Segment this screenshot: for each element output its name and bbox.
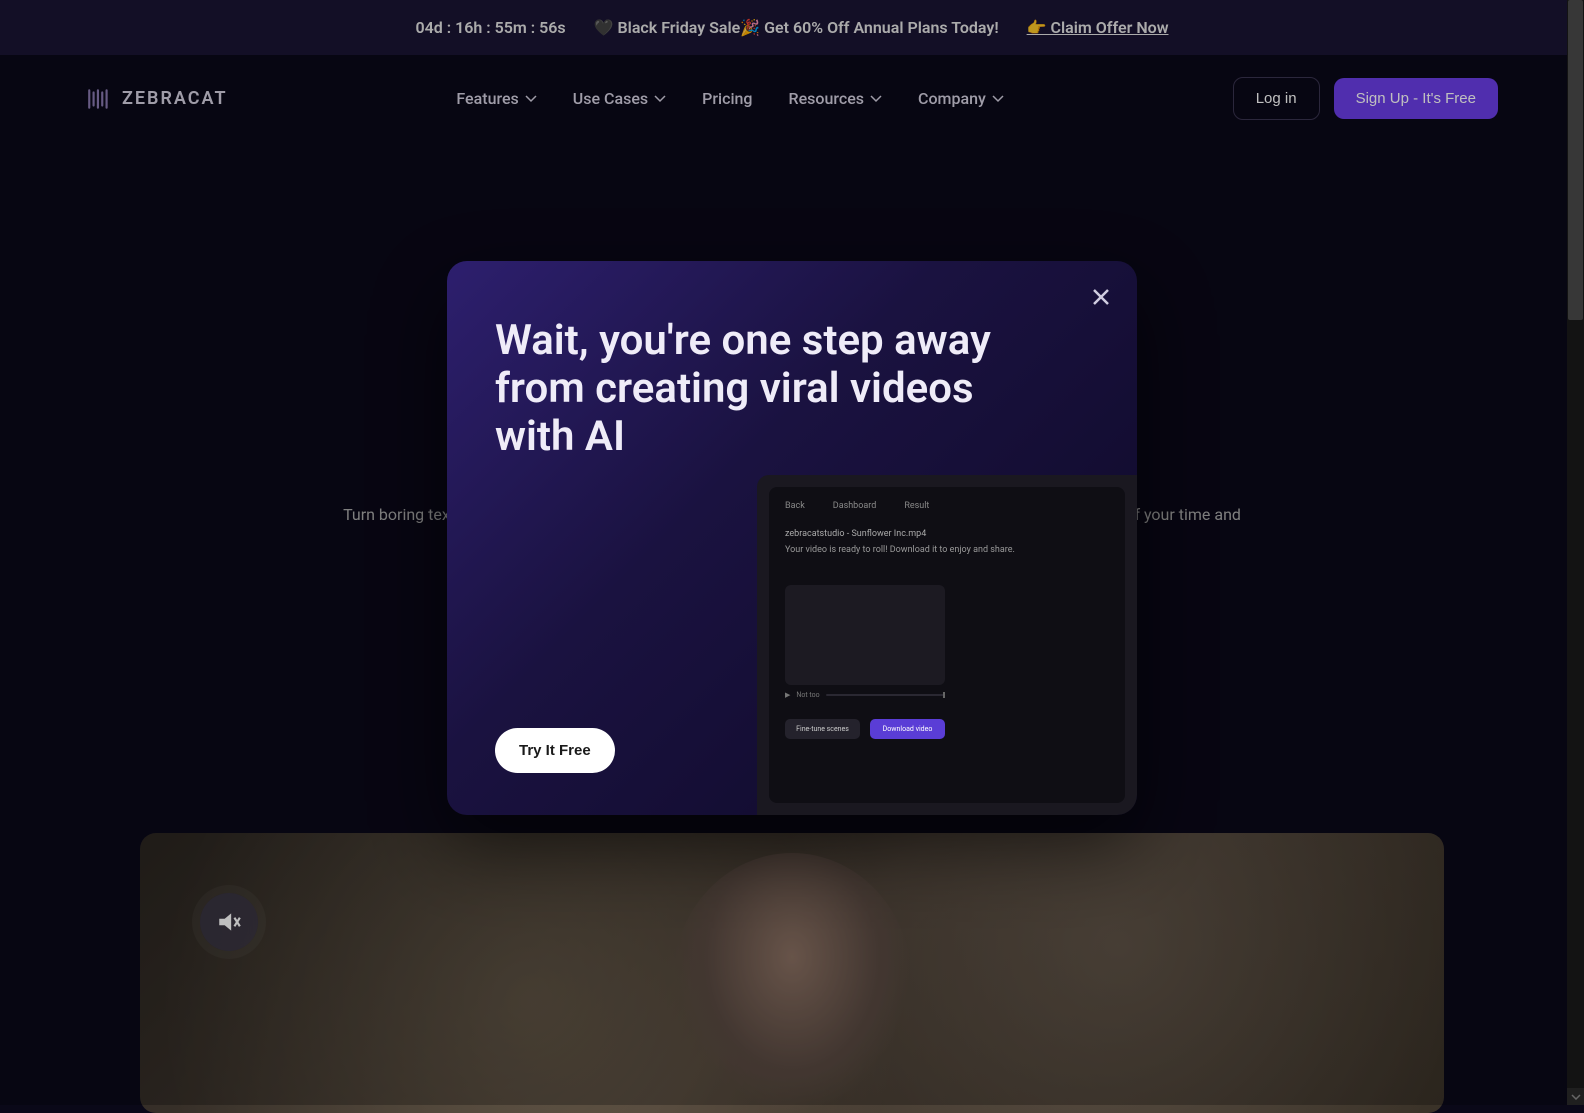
nav-label: Features <box>456 89 518 108</box>
download-video-button[interactable]: Download video <box>870 719 945 739</box>
header-actions: Log in Sign Up - It's Free <box>1233 77 1498 120</box>
login-button[interactable]: Log in <box>1233 77 1320 120</box>
hero-video-preview[interactable] <box>140 833 1444 1113</box>
chevron-down-icon <box>525 95 537 103</box>
preview-actions: Fine-tune scenes Download video <box>785 719 945 739</box>
modal-title: Wait, you're one step away from creating… <box>495 317 1055 462</box>
nav-item-company[interactable]: Company <box>918 89 1004 108</box>
preview-time-label: Not too <box>796 691 819 699</box>
main-nav: Features Use Cases Pricing Resources Com… <box>456 89 1003 108</box>
promo-banner: 04d : 16h : 55m : 56s 🖤 Black Friday Sal… <box>0 0 1584 55</box>
promo-cta-link[interactable]: 👉 Claim Offer Now <box>1027 18 1169 37</box>
close-icon <box>1091 287 1111 307</box>
nav-item-features[interactable]: Features <box>456 89 536 108</box>
nav-label: Pricing <box>702 89 752 108</box>
nav-label: Use Cases <box>573 89 648 108</box>
preview-filename: zebracatstudio - Sunflower Inc.mp4 <box>785 529 1109 539</box>
preview-tab-result[interactable]: Result <box>904 501 929 511</box>
preview-video-thumbnail[interactable] <box>785 585 945 685</box>
chevron-down-icon <box>870 95 882 103</box>
brand-logo[interactable]: ZEBRACAT <box>86 86 228 112</box>
promo-countdown-timer: 04d : 16h : 55m : 56s <box>416 18 566 37</box>
mute-toggle-button[interactable] <box>200 893 258 951</box>
preview-tab-dashboard[interactable]: Dashboard <box>833 501 877 511</box>
brand-name: ZEBRACAT <box>122 88 228 109</box>
signup-button[interactable]: Sign Up - It's Free <box>1334 78 1498 119</box>
preview-tab-back[interactable]: Back <box>785 501 805 511</box>
play-icon[interactable]: ▶ <box>785 691 790 699</box>
preview-tabs: Back Dashboard Result <box>785 501 1109 511</box>
chevron-down-icon <box>654 95 666 103</box>
preview-player-controls: ▶ Not too <box>785 691 945 699</box>
preview-window: Back Dashboard Result zebracatstudio - S… <box>769 487 1125 803</box>
video-avatar-placeholder <box>672 853 912 1113</box>
chevron-down-icon <box>1571 1094 1581 1100</box>
scrollbar-down-arrow[interactable] <box>1567 1088 1584 1105</box>
speaker-muted-icon <box>216 909 242 935</box>
vertical-scrollbar-thumb[interactable] <box>1568 0 1583 320</box>
finetune-scenes-button[interactable]: Fine-tune scenes <box>785 719 860 739</box>
promo-text: 🖤 Black Friday Sale🎉 Get 60% Off Annual … <box>594 18 999 37</box>
chevron-down-icon <box>992 95 1004 103</box>
modal-close-button[interactable] <box>1089 285 1113 309</box>
nav-item-use-cases[interactable]: Use Cases <box>573 89 666 108</box>
site-header: ZEBRACAT Features Use Cases Pricing Reso… <box>0 55 1584 142</box>
nav-item-pricing[interactable]: Pricing <box>702 89 752 108</box>
modal-app-preview: Back Dashboard Result zebracatstudio - S… <box>757 475 1137 815</box>
preview-progress-bar[interactable] <box>826 694 945 696</box>
modal-try-free-button[interactable]: Try It Free <box>495 728 615 773</box>
logo-mark-icon <box>86 86 112 112</box>
nav-label: Resources <box>789 89 865 108</box>
nav-item-resources[interactable]: Resources <box>789 89 883 108</box>
preview-status-text: Your video is ready to roll! Download it… <box>785 545 1109 555</box>
nav-label: Company <box>918 89 986 108</box>
vertical-scrollbar-track[interactable] <box>1567 0 1584 1105</box>
exit-intent-modal: Wait, you're one step away from creating… <box>447 261 1137 815</box>
